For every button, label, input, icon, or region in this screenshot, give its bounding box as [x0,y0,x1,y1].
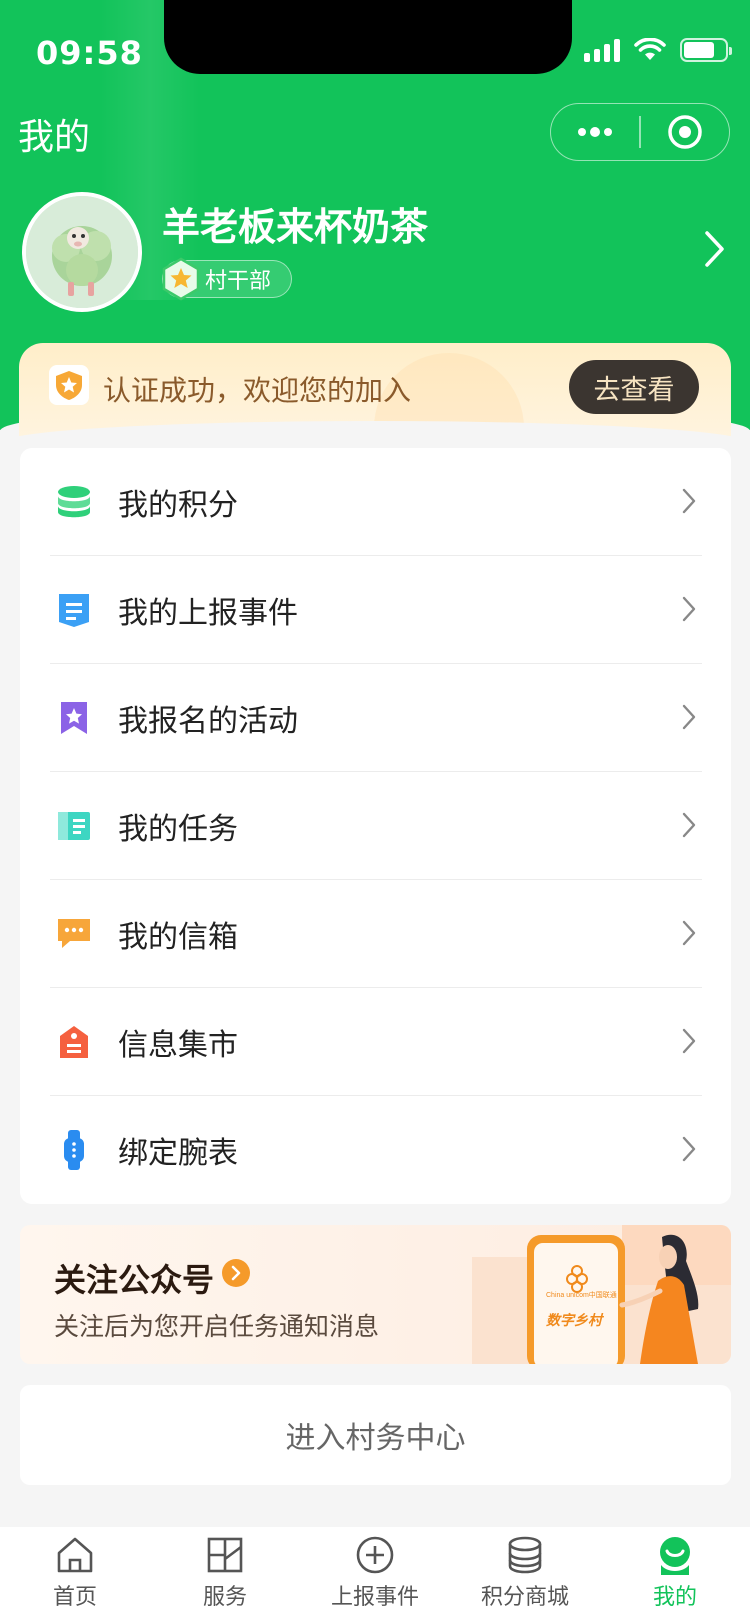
profile-detail-button[interactable] [704,230,726,272]
chevron-right-icon [682,920,696,946]
menu-card: 我的积分 我的上报事件 我报名的活动 我的任务 我的信箱 信息集市 绑定腕表 [20,448,731,1204]
shield-icon [49,365,89,405]
role-label: 村干部 [205,269,272,294]
status-time: 09:58 [36,34,143,72]
tab-profile[interactable]: 我的 [600,1527,750,1624]
more-button[interactable] [551,104,639,160]
market-tag-icon [54,1022,94,1062]
target-circle-icon [668,115,702,149]
service-grid-icon [207,1537,243,1573]
watch-icon [54,1130,94,1170]
menu-label: 信息集市 [118,1028,238,1063]
unicom-brand-text: China unicom中国联通 [546,1290,617,1299]
chevron-right-icon [682,1136,696,1162]
avatar[interactable] [22,192,142,312]
tab-label: 我的 [652,1585,697,1610]
menu-item-activities[interactable]: 我报名的活动 [50,664,702,772]
unicom-phone-illustration: China unicom中国联通 数字乡村 [472,1225,731,1364]
bookmark-star-icon [54,698,94,738]
plus-circle-icon [356,1536,394,1574]
task-book-icon [54,806,94,846]
page-title: 我的 [18,117,91,158]
home-icon [57,1537,93,1573]
menu-label: 我的任务 [118,812,238,847]
arrow-right-circle-icon [222,1259,250,1287]
tab-label: 服务 [202,1585,247,1610]
wifi-icon [634,38,666,60]
menu-item-points[interactable]: 我的积分 [50,448,702,556]
report-doc-icon [54,590,94,630]
view-button[interactable]: 去查看 [569,360,699,414]
close-miniprogram-button[interactable] [641,104,729,160]
chevron-right-icon [705,231,724,267]
tab-home[interactable]: 首页 [0,1527,150,1624]
village-center-button[interactable]: 进入村务中心 [20,1385,731,1485]
tab-label: 上报事件 [330,1585,419,1610]
menu-label: 我的上报事件 [118,596,298,631]
chevron-right-icon [682,488,696,514]
menu-item-reports[interactable]: 我的上报事件 [50,556,702,664]
menu-label: 我报名的活动 [118,704,298,739]
cert-message: 认证成功，欢迎您的加入 [103,374,412,407]
menu-item-market[interactable]: 信息集市 [50,988,702,1096]
digital-village-text: 数字乡村 [546,1312,605,1329]
sheep-avatar-icon [26,196,138,308]
signal-icon [584,38,620,62]
miniprogram-capsule [550,103,730,161]
follow-title: 关注公众号 [54,1261,215,1299]
menu-label: 我的积分 [118,488,238,523]
chevron-right-icon [682,704,696,730]
tab-label: 首页 [52,1585,97,1610]
menu-label: 绑定腕表 [118,1136,238,1171]
tab-points-mall[interactable]: 积分商城 [450,1527,600,1624]
chevron-right-icon [682,596,696,622]
more-dots-icon [578,127,613,137]
role-badge: 村干部 [162,257,292,301]
battery-icon [680,38,732,62]
menu-item-mailbox[interactable]: 我的信箱 [50,880,702,988]
menu-label: 我的信箱 [118,920,238,955]
points-mall-icon [508,1536,542,1574]
follow-official-account-banner[interactable]: 关注公众号 关注后为您开启任务通知消息 China unicom中国联通 数字乡… [20,1225,731,1364]
tab-label: 积分商城 [480,1585,569,1610]
points-stack-icon [54,482,94,522]
follow-subtitle: 关注后为您开启任务通知消息 [54,1312,380,1341]
menu-item-tasks[interactable]: 我的任务 [50,772,702,880]
tab-report[interactable]: 上报事件 [300,1527,450,1624]
status-icons [584,38,732,62]
profile-icon [660,1537,690,1575]
star-badge-icon [162,257,200,301]
menu-item-watch[interactable]: 绑定腕表 [50,1096,702,1204]
message-bubble-icon [54,914,94,954]
chevron-right-icon [682,1028,696,1054]
tab-bar: 首页 服务 上报事件 积分商城 我的 [0,1527,750,1624]
username: 羊老板来杯奶茶 [162,205,429,249]
notch [164,0,572,74]
chevron-right-icon [682,812,696,838]
tab-service[interactable]: 服务 [150,1527,300,1624]
